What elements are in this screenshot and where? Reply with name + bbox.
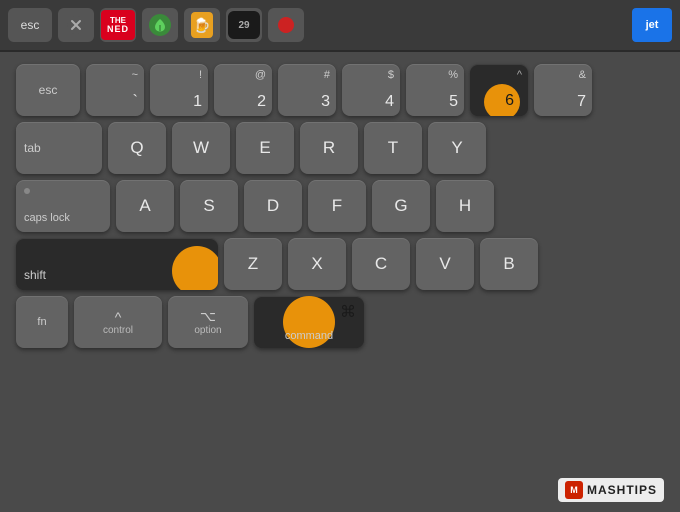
esc-key[interactable]: esc [16, 64, 80, 116]
shift-key-orange-dot [172, 246, 218, 290]
number-row: esc ~ ` ! 1 @ 2 # 3 $ 4 % 5 ^ [16, 64, 664, 116]
x-key[interactable]: X [288, 238, 346, 290]
bottom-row: fn ^ control ⌥ option ⌘ command [16, 296, 664, 348]
tab-key[interactable]: tab [16, 122, 102, 174]
3-key[interactable]: # 3 [278, 64, 336, 116]
1-key[interactable]: ! 1 [150, 64, 208, 116]
f-key[interactable]: F [308, 180, 366, 232]
r-key[interactable]: R [300, 122, 358, 174]
backtick-key[interactable]: ~ ` [86, 64, 144, 116]
touchbar-esc-key[interactable]: esc [8, 8, 52, 42]
touchbar-ned-btn[interactable]: THE NED [100, 8, 136, 42]
e-key[interactable]: E [236, 122, 294, 174]
record-icon [278, 17, 294, 33]
zxcv-row: shift Z X C V B [16, 238, 664, 290]
6-key-label: 6 [505, 92, 514, 110]
command-key[interactable]: ⌘ command [254, 296, 364, 348]
a-key[interactable]: A [116, 180, 174, 232]
touchbar-close-btn[interactable] [58, 8, 94, 42]
fn-key[interactable]: fn [16, 296, 68, 348]
z-key[interactable]: Z [224, 238, 282, 290]
b-key[interactable]: B [480, 238, 538, 290]
y-key[interactable]: Y [428, 122, 486, 174]
touchbar-beer-btn[interactable]: 🍺 [184, 8, 220, 42]
beer-icon: 🍺 [191, 12, 213, 38]
asdf-row: caps lock A S D F G H [16, 180, 664, 232]
touchbar-jet-btn[interactable]: jet [632, 8, 672, 42]
touchbar-29-btn[interactable]: 29 [226, 8, 262, 42]
6-key-orange-dot [484, 84, 520, 116]
mashtips-logo: M [565, 481, 583, 499]
4-key[interactable]: $ 4 [342, 64, 400, 116]
2-key[interactable]: @ 2 [214, 64, 272, 116]
t-key[interactable]: T [364, 122, 422, 174]
g-key[interactable]: G [372, 180, 430, 232]
6-key[interactable]: ^ 6 [470, 64, 528, 116]
c-key[interactable]: C [352, 238, 410, 290]
watermark: M MASHTIPS [558, 478, 664, 502]
s-key[interactable]: S [180, 180, 238, 232]
q-key[interactable]: Q [108, 122, 166, 174]
v-key[interactable]: V [416, 238, 474, 290]
control-key[interactable]: ^ control [74, 296, 162, 348]
leaf-icon [149, 14, 171, 36]
h-key[interactable]: H [436, 180, 494, 232]
keyboard: esc ~ ` ! 1 @ 2 # 3 $ 4 % 5 ^ [0, 52, 680, 370]
29-icon: 29 [228, 11, 260, 39]
option-key[interactable]: ⌥ option [168, 296, 248, 348]
touch-bar: esc THE NED 🍺 29 jet [0, 0, 680, 52]
qwerty-row: tab Q W E R T Y [16, 122, 664, 174]
shift-key[interactable]: shift [16, 238, 218, 290]
d-key[interactable]: D [244, 180, 302, 232]
5-key[interactable]: % 5 [406, 64, 464, 116]
7-key[interactable]: & 7 [534, 64, 592, 116]
ned-icon: THE NED [101, 10, 135, 40]
watermark-brand: MASHTIPS [587, 483, 657, 497]
touchbar-record-btn[interactable] [268, 8, 304, 42]
caps-lock-dot [24, 188, 30, 194]
touchbar-leaf-btn[interactable] [142, 8, 178, 42]
w-key[interactable]: W [172, 122, 230, 174]
caps-lock-key[interactable]: caps lock [16, 180, 110, 232]
